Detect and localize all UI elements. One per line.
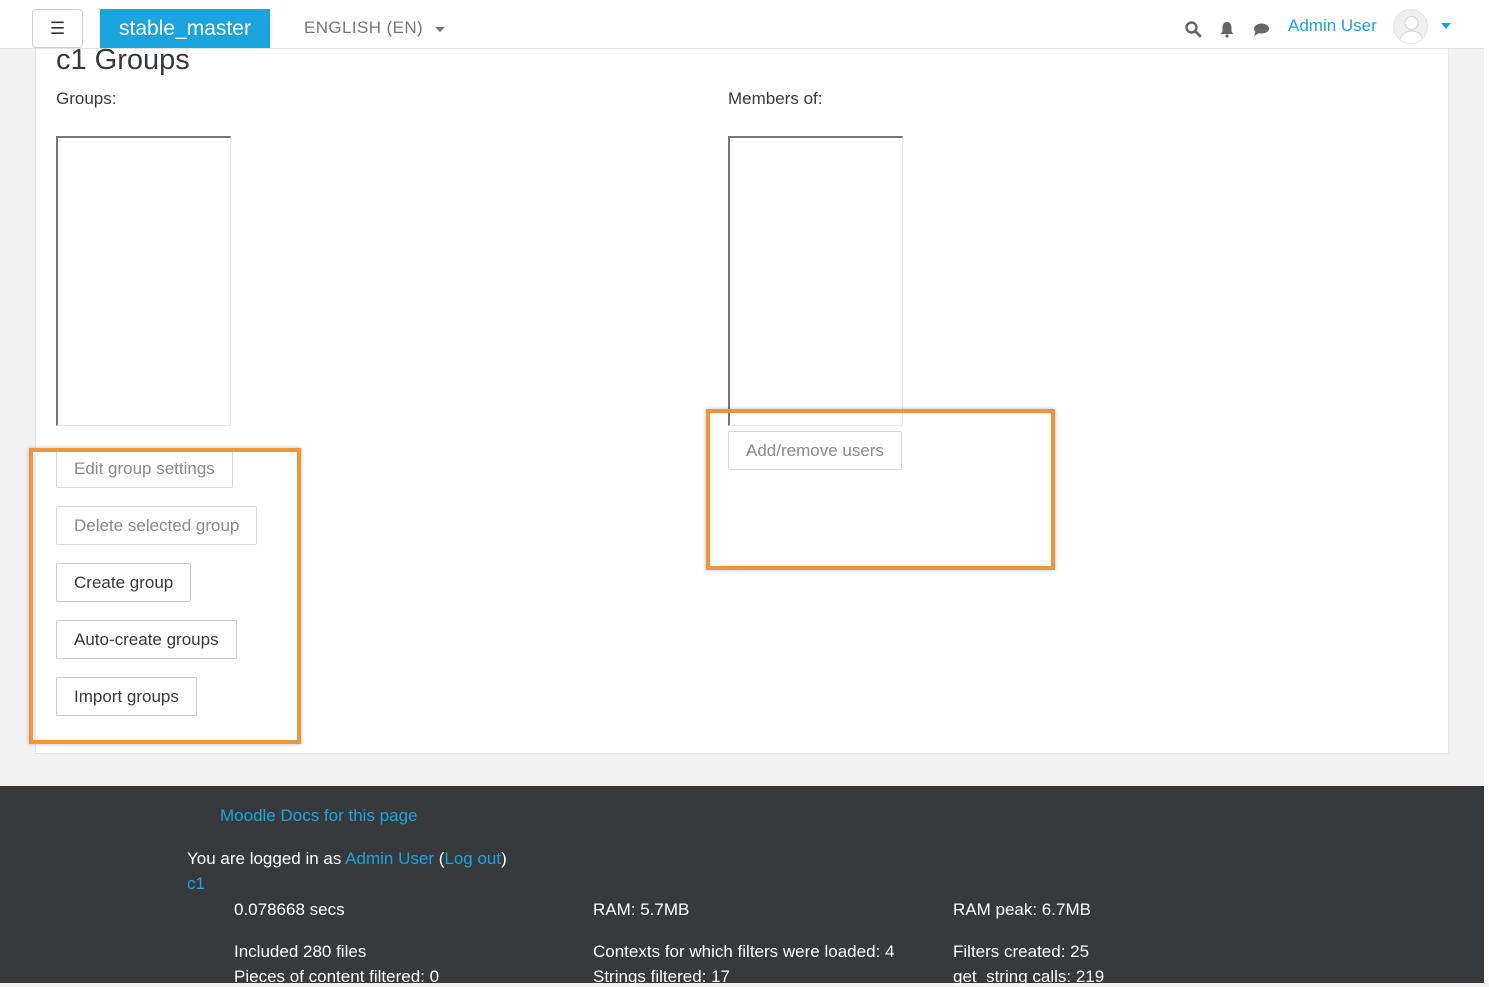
perf-stat: Pieces of content filtered: 0 [234,967,440,986]
user-menu-chevron-icon[interactable] [1441,23,1451,29]
perf-stat: Strings filtered: 17 [593,967,731,986]
perf-stat: 0.078668 secs [234,900,345,919]
members-listbox[interactable] [728,136,903,426]
language-label: ENGLISH (EN) [304,18,424,37]
search-icon[interactable] [1184,20,1202,38]
logout-link[interactable]: Log out [444,849,501,868]
moodle-docs-link[interactable]: Moodle Docs for this page [220,806,418,826]
course-link[interactable]: c1 [187,874,205,894]
top-navbar: ☰ stable_master ENGLISH (EN) Admin User [0,0,1484,49]
page-title: c1 Groups [56,44,190,76]
user-menu-name[interactable]: Admin User [1288,16,1377,36]
perf-stat: RAM: 5.7MB [593,900,690,919]
hamburger-icon: ☰ [49,18,66,38]
user-silhouette-icon [1398,15,1425,43]
perf-stat: Filters created: 25 [953,942,1090,961]
members-label: Members of: [728,89,823,108]
nav-drawer-toggle-button[interactable]: ☰ [32,9,83,48]
group-buttons-highlight [29,448,301,744]
avatar[interactable] [1393,9,1428,44]
perf-stat: get_string calls: 219 [953,967,1105,986]
chat-icon[interactable] [1252,20,1270,38]
groups-listbox[interactable] [56,136,231,426]
site-brand-link[interactable]: stable_master [100,9,270,48]
paren-close: ) [501,849,507,868]
footer-user-link[interactable]: Admin User [345,849,434,868]
info-icon [196,805,210,819]
perf-stat: Included 280 files [234,942,367,961]
bell-icon[interactable] [1218,20,1236,38]
perf-stat: Contexts for which filters were loaded: … [593,942,895,961]
chevron-down-icon [435,26,446,32]
scrollbar-gutter [1484,0,1489,983]
perf-stat: RAM peak: 6.7MB [953,900,1091,919]
groups-label: Groups: [56,89,117,108]
page-footer: Moodle Docs for this page You are logged… [0,786,1484,986]
language-menu[interactable]: ENGLISH (EN) [304,18,446,38]
login-info: You are logged in as Admin User (Log out… [187,849,507,869]
login-prefix: You are logged in as [187,849,346,868]
member-buttons-highlight [706,409,1055,570]
